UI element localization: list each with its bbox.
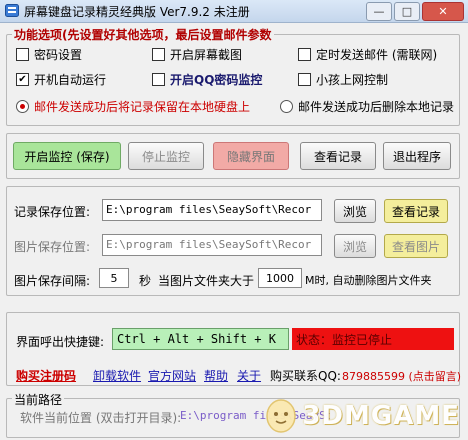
exit-button[interactable]: 退出程序 — [383, 142, 451, 170]
uninstall-link[interactable]: 卸载软件 — [93, 367, 141, 384]
view-records-button[interactable]: 查看记录 — [300, 142, 376, 170]
image-path-field[interactable]: E:\program files\SeaySoft\Recor — [102, 234, 322, 256]
minimize-button[interactable]: — — [366, 2, 392, 21]
maximize-button[interactable]: □ — [394, 2, 420, 21]
checkbox-box[interactable] — [16, 48, 29, 61]
image-save-label: 图片保存位置: — [14, 240, 91, 254]
auto-run-checkbox[interactable]: ✔ 开机自动运行 — [16, 71, 106, 88]
buy-register-link[interactable]: 购买注册码 — [16, 367, 76, 384]
screen-capture-checkbox[interactable]: 开启屏幕截图 — [152, 46, 242, 63]
start-monitor-button[interactable]: 开启监控 (保存) — [13, 142, 121, 170]
timed-email-checkbox[interactable]: 定时发送邮件 (需联网) — [298, 46, 437, 63]
radio-selected[interactable] — [16, 100, 29, 113]
software-path-label: 软件当前位置 (双击打开目录): — [20, 411, 182, 425]
hotkey-field[interactable]: Ctrl + Alt + Shift + K — [112, 328, 289, 350]
watermark-text: 3DMGAME — [302, 401, 460, 431]
record-browse-button[interactable]: 浏览 — [334, 199, 376, 223]
qq-monitor-checkbox[interactable]: 开启QQ密码监控 — [152, 71, 262, 88]
qq-monitor-label: 开启QQ密码监控 — [170, 73, 263, 87]
password-setting-label: 密码设置 — [34, 48, 83, 62]
password-setting-checkbox[interactable]: 密码设置 — [16, 46, 82, 63]
contact-qq-link[interactable]: 879885599 (点击留言) — [342, 368, 461, 384]
checkbox-box[interactable] — [152, 48, 165, 61]
timed-email-label: 定时发送邮件 (需联网) — [316, 48, 438, 62]
folder-limit-unit: M时, 自动删除图片文件夹 — [305, 274, 432, 287]
delete-local-radio[interactable]: 邮件发送成功后删除本地记录 — [280, 98, 454, 115]
mascot-icon — [266, 399, 297, 433]
folder-limit-input[interactable]: 1000 — [258, 268, 302, 288]
hide-window-button[interactable]: 隐藏界面 — [213, 142, 289, 170]
checkbox-box[interactable] — [298, 73, 311, 86]
contact-label: 购买联系QQ: — [270, 369, 341, 383]
child-control-label: 小孩上网控制 — [316, 73, 389, 87]
window-controls: — □ ✕ — [366, 2, 464, 21]
delete-local-label: 邮件发送成功后删除本地记录 — [298, 100, 455, 114]
close-button[interactable]: ✕ — [422, 2, 464, 21]
image-interval-label: 图片保存间隔: — [14, 274, 91, 288]
keep-local-label: 邮件发送成功后将记录保留在本地硬盘上 — [34, 100, 251, 114]
image-interval-input[interactable]: 5 — [99, 268, 129, 288]
monitor-status-indicator: 状态：监控已停止 — [292, 328, 454, 350]
current-path-group-title: 当前路径 — [12, 391, 65, 408]
record-view-button[interactable]: 查看记录 — [384, 199, 448, 223]
interval-unit-label: 秒 — [139, 274, 152, 288]
about-link[interactable]: 关于 — [237, 367, 261, 384]
screen-capture-label: 开启屏幕截图 — [170, 48, 243, 62]
image-view-button[interactable]: 查看图片 — [384, 234, 448, 258]
website-link[interactable]: 官方网站 — [148, 367, 196, 384]
checkbox-box-checked[interactable]: ✔ — [16, 73, 29, 86]
folder-limit-label: 当图片文件夹大于 — [158, 274, 255, 288]
hotkey-label: 界面呼出快捷键: — [16, 335, 105, 349]
checkbox-box[interactable] — [298, 48, 311, 61]
stop-monitor-button[interactable]: 停止监控 — [128, 142, 204, 170]
keyboard-app-icon — [5, 4, 19, 17]
record-path-field[interactable]: E:\program files\SeaySoft\Recor — [102, 199, 322, 221]
auto-run-label: 开机自动运行 — [34, 73, 107, 87]
keep-local-radio[interactable]: 邮件发送成功后将记录保留在本地硬盘上 — [16, 98, 250, 115]
watermark: 3DMGAME — [264, 398, 460, 434]
child-control-checkbox[interactable]: 小孩上网控制 — [298, 71, 388, 88]
checkbox-box[interactable] — [152, 73, 165, 86]
record-save-label: 记录保存位置: — [14, 205, 91, 219]
image-browse-button[interactable]: 浏览 — [334, 234, 376, 258]
help-link[interactable]: 帮助 — [204, 367, 228, 384]
window-title: 屏幕键盘记录精灵经典版 Ver7.9.2 未注册 — [24, 5, 250, 19]
radio-unselected[interactable] — [280, 100, 293, 113]
options-group-title: 功能选项(先设置好其他选项，最后设置邮件参数 — [12, 26, 274, 43]
